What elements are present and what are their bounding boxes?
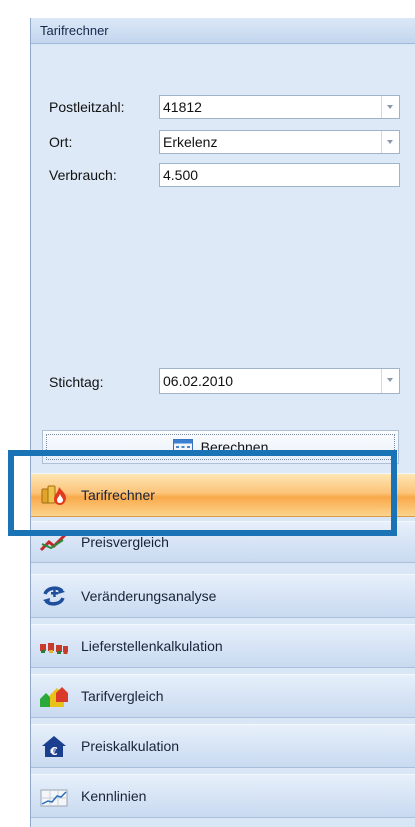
svg-text:€: € bbox=[49, 745, 58, 758]
form-area: Postleitzahl: 41812 Ort: Erkelenz Verbra… bbox=[31, 45, 415, 475]
ort-combobox[interactable]: Erkelenz bbox=[159, 130, 400, 154]
nav-label: Preisvergleich bbox=[81, 534, 169, 550]
nav-item-kennlinien[interactable]: Kennlinien bbox=[31, 774, 415, 818]
nav-label: Preiskalkulation bbox=[81, 738, 180, 754]
preiskalkulation-icon: € bbox=[39, 734, 69, 758]
ort-value: Erkelenz bbox=[163, 134, 218, 150]
panel-title: Tarifrechner bbox=[31, 18, 415, 44]
postleitzahl-label: Postleitzahl: bbox=[49, 99, 125, 115]
verbrauch-label: Verbrauch: bbox=[49, 167, 117, 183]
verbrauch-input[interactable]: 4.500 bbox=[159, 163, 400, 187]
highlight-frame bbox=[8, 450, 397, 536]
nav-item-preiskalkulation[interactable]: € Preiskalkulation bbox=[31, 724, 415, 768]
nav-label: Lieferstellenkalkulation bbox=[81, 638, 223, 654]
nav-label: Veränderungsanalyse bbox=[81, 588, 217, 604]
chevron-down-icon[interactable] bbox=[381, 131, 399, 153]
lieferstellenkalkulation-icon bbox=[39, 634, 69, 658]
nav-label: Tarifvergleich bbox=[81, 688, 164, 704]
tarifrechner-panel: Tarifrechner Postleitzahl: 41812 Ort: Er… bbox=[30, 18, 415, 827]
ort-label: Ort: bbox=[49, 134, 73, 150]
nav-item-lieferstellenkalkulation[interactable]: Lieferstellenkalkulation bbox=[31, 624, 415, 668]
postleitzahl-value: 41812 bbox=[163, 99, 202, 115]
verbrauch-value: 4.500 bbox=[163, 167, 199, 183]
stichtag-datepicker[interactable]: 06.02.2010 bbox=[159, 368, 400, 394]
nav-item-veraenderungsanalyse[interactable]: Veränderungsanalyse bbox=[31, 574, 415, 618]
kennlinien-icon bbox=[39, 784, 69, 808]
chevron-down-icon[interactable] bbox=[381, 96, 399, 118]
tarifvergleich-icon bbox=[39, 684, 69, 708]
chevron-down-icon[interactable] bbox=[381, 369, 399, 393]
stichtag-value: 06.02.2010 bbox=[163, 373, 234, 389]
postleitzahl-combobox[interactable]: 41812 bbox=[159, 95, 400, 119]
veraenderungsanalyse-icon bbox=[39, 584, 69, 608]
nav-item-tarifvergleich[interactable]: Tarifvergleich bbox=[31, 674, 415, 718]
nav-label: Kennlinien bbox=[81, 788, 147, 804]
stichtag-label: Stichtag: bbox=[49, 374, 104, 390]
